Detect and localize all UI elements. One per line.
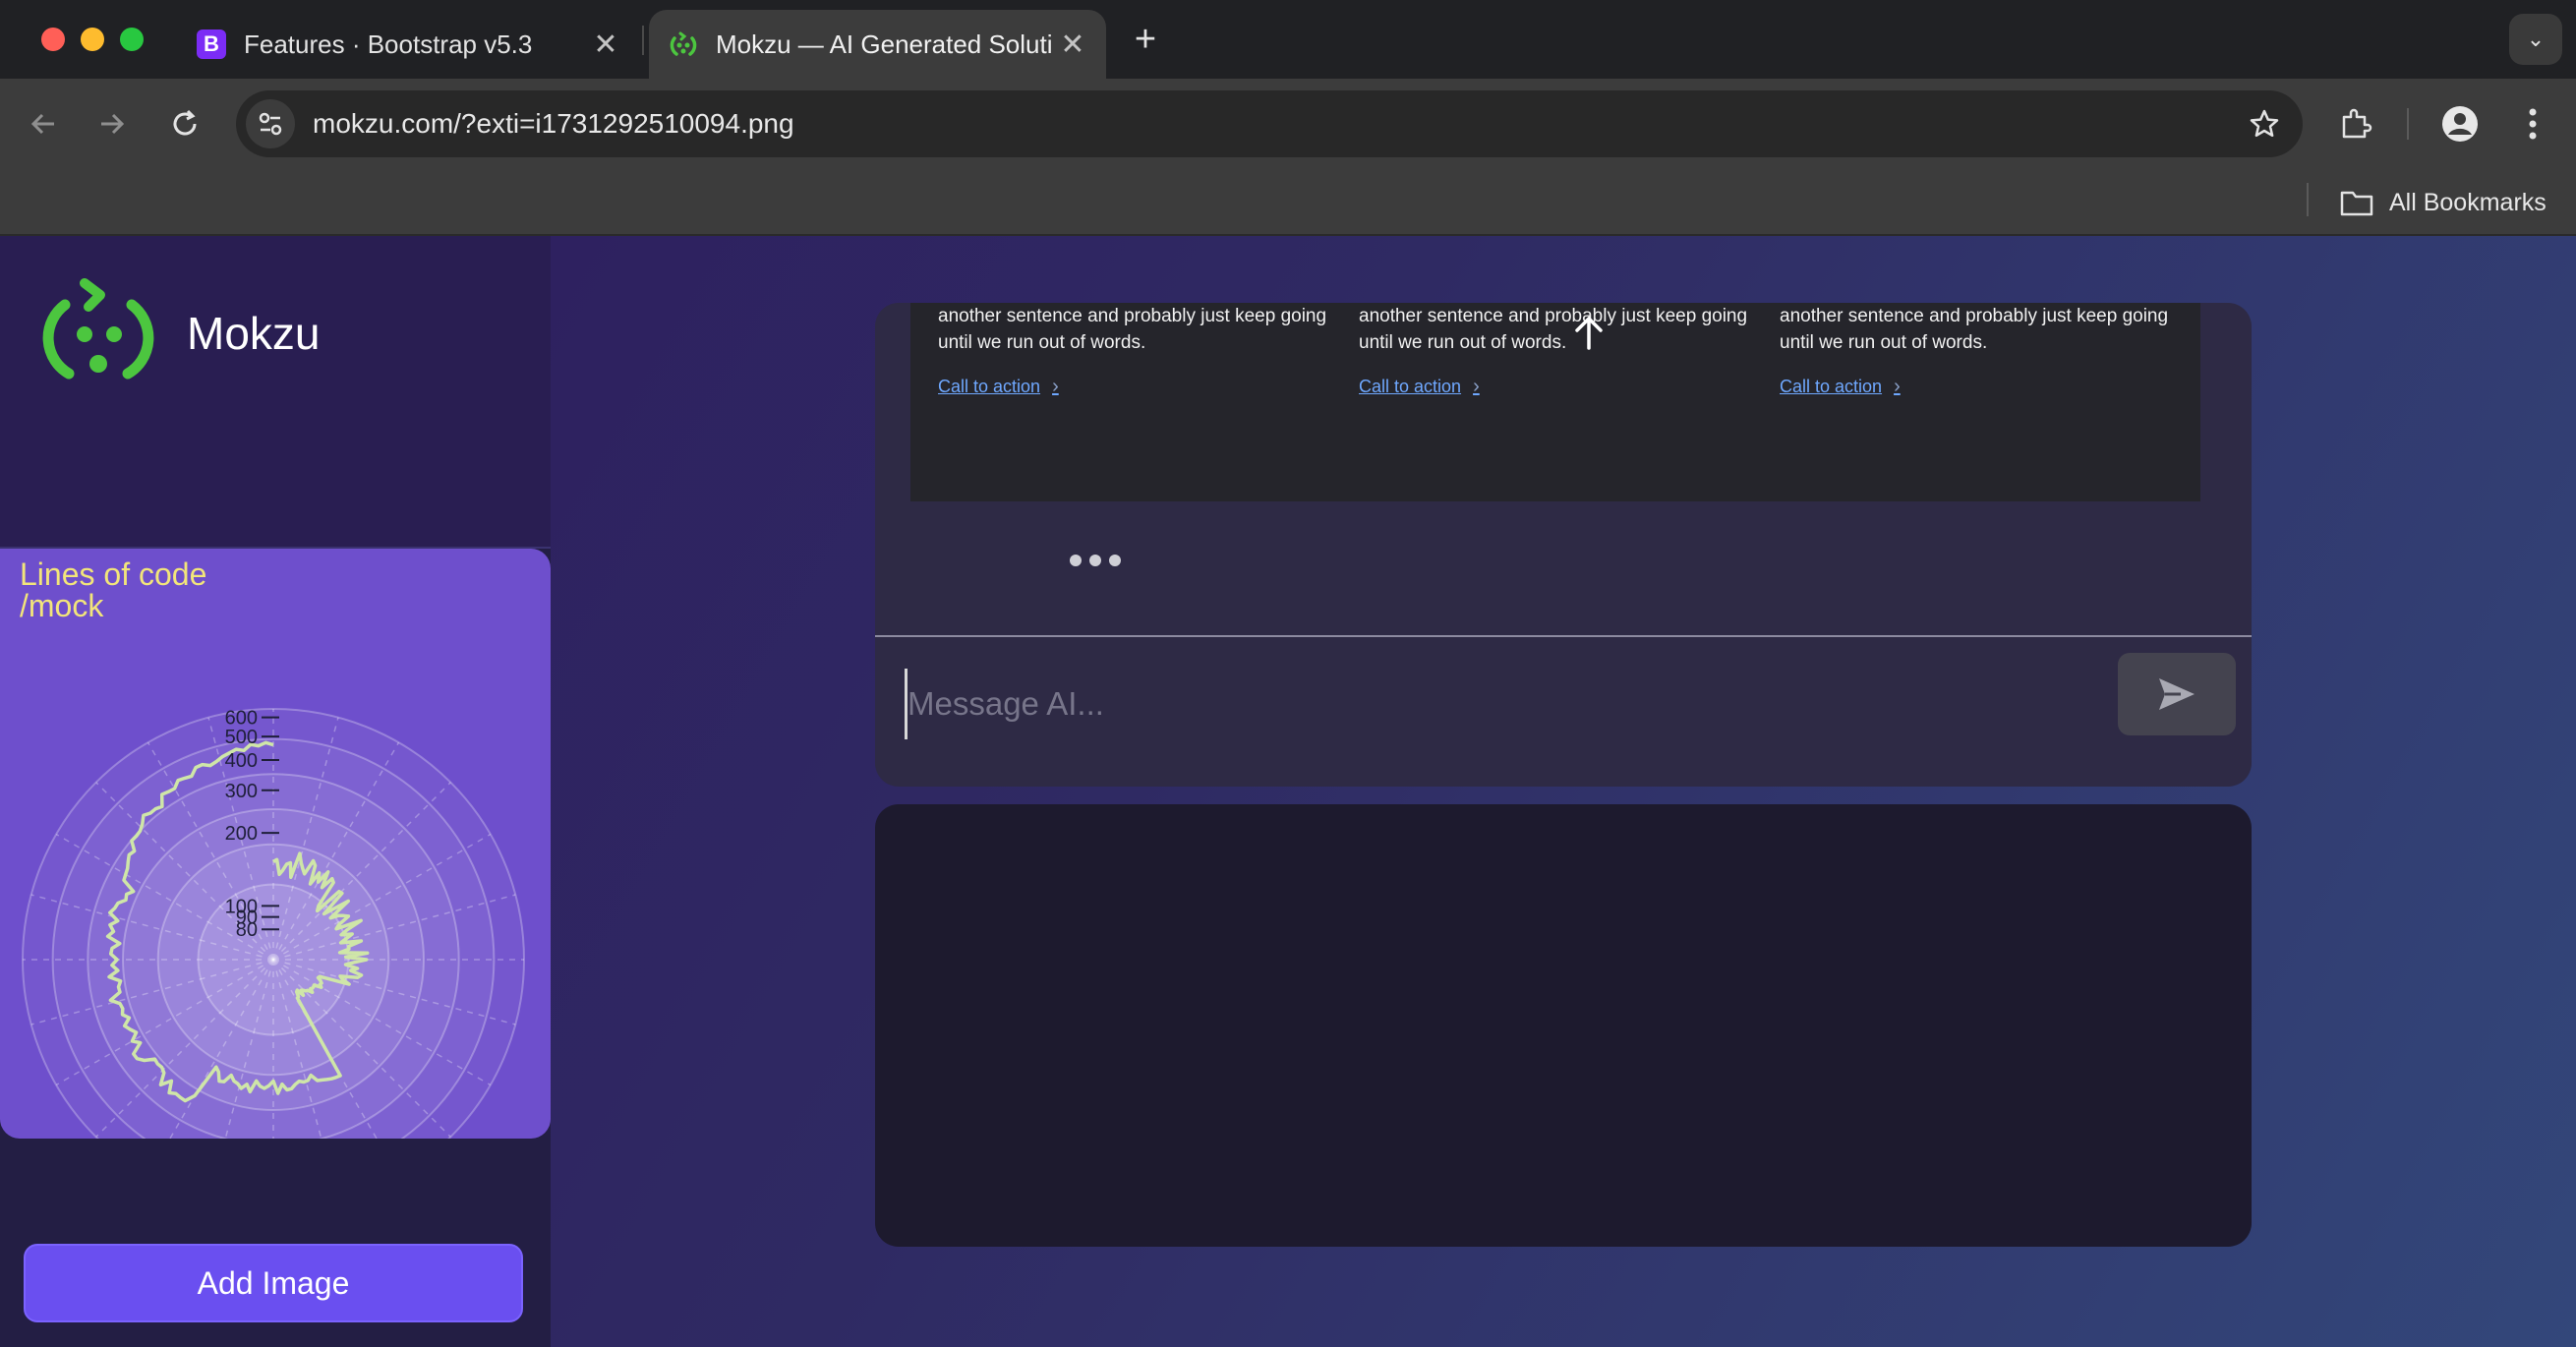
forward-arrow-icon (101, 113, 125, 135)
browser-toolbar: mokzu.com/?exti=i1731292510094.png (0, 79, 2576, 169)
feature-column: another sentence and probably just keep … (1780, 303, 2173, 400)
url-text: mokzu.com/?exti=i1731292510094.png (313, 108, 794, 139)
chart-title-line: /mock (20, 588, 104, 623)
folder-icon (2340, 191, 2373, 216)
feature-text: another sentence and probably just keep … (938, 306, 1327, 353)
typing-dot (1089, 555, 1101, 566)
feature-column: another sentence and probably just keep … (938, 303, 1331, 400)
sidebar-header: Mokzu (0, 236, 551, 549)
chat-panel: another sentence and probably just keep … (875, 303, 2252, 787)
radial-tick-label: 300 (225, 781, 258, 802)
chat-divider (875, 635, 2252, 637)
cta-label: Call to action (938, 377, 1041, 396)
typing-indicator (1070, 555, 1121, 566)
tab-search-button[interactable]: ⌄ (2509, 14, 2562, 65)
address-bar[interactable]: mokzu.com/?exti=i1731292510094.png (236, 90, 2303, 157)
tab-strip: B Features · Bootstrap v5.3 ✕ Mokzu — AI… (0, 0, 2576, 79)
bookmark-star-icon[interactable] (2240, 99, 2289, 148)
mokzu-icon (669, 29, 698, 59)
typing-dot (1109, 555, 1121, 566)
close-tab-icon[interactable]: ✕ (1053, 25, 1092, 64)
polar-chart: 8090100200300400500600 (22, 708, 525, 1139)
brand-name: Mokzu (187, 308, 321, 359)
all-bookmarks-button[interactable]: All Bookmarks (2340, 181, 2547, 224)
lines-of-code-chart: 80 90 100 200 300 400 500 600 Lines of code /mo… (0, 549, 551, 1139)
chart-title: Lines of code /mock (20, 558, 206, 621)
send-icon (2159, 678, 2195, 710)
add-image-button[interactable]: Add Image (24, 1244, 523, 1322)
back-button[interactable] (18, 98, 69, 149)
bootstrap-icon: B (197, 29, 226, 59)
tab-separator (642, 26, 644, 55)
chart-title-line: Lines of code (20, 556, 207, 592)
typing-dot (1070, 555, 1082, 566)
reload-icon (173, 109, 197, 136)
sidebar: Mokzu 80 90 100 200 300 400 500 600 Lines of co… (0, 236, 551, 1347)
feature-column: another sentence and probably just keep … (1359, 303, 1752, 400)
new-tab-button[interactable]: + (1124, 18, 1167, 61)
bookmarks-divider (2307, 183, 2309, 216)
tab-mokzu[interactable]: Mokzu — AI Generated Soluti ✕ (649, 10, 1106, 79)
output-panel (875, 804, 2252, 1247)
extensions-icon[interactable] (2330, 98, 2381, 149)
cta-label: Call to action (1359, 377, 1462, 396)
call-to-action-link[interactable]: Call to action › (938, 374, 1059, 400)
mokzu-app: Mokzu 80 90 100 200 300 400 500 600 Lines of co… (0, 236, 2576, 1347)
radial-tick-label: 200 (225, 823, 258, 845)
chevron-right-icon: › (1473, 376, 1480, 397)
radial-tick-label: 600 (225, 708, 258, 730)
tab-title: Mokzu — AI Generated Soluti (716, 29, 1053, 59)
forward-button[interactable] (87, 98, 138, 149)
close-tab-icon[interactable]: ✕ (586, 25, 625, 64)
scroll-up-arrow-icon[interactable] (1571, 315, 1607, 350)
more-menu-icon[interactable] (2507, 98, 2558, 149)
call-to-action-link[interactable]: Call to action › (1780, 374, 1901, 400)
feature-text: another sentence and probably just keep … (1780, 306, 2169, 353)
send-button[interactable] (2118, 653, 2236, 735)
radial-tick-label: 400 (225, 750, 258, 772)
feature-text: another sentence and probably just keep … (1359, 306, 1748, 353)
chevron-right-icon: › (1052, 376, 1059, 397)
message-input[interactable] (905, 669, 1986, 739)
cta-label: Call to action (1780, 377, 1883, 396)
tab-title: Features · Bootstrap v5.3 (244, 29, 533, 59)
tab-bootstrap[interactable]: B Features · Bootstrap v5.3 ✕ (177, 10, 639, 79)
generated-preview: another sentence and probably just keep … (910, 303, 2200, 501)
profile-avatar-icon[interactable] (2434, 98, 2486, 149)
close-window-button[interactable] (41, 28, 65, 51)
bookmarks-bar: All Bookmarks (0, 169, 2576, 236)
all-bookmarks-label: All Bookmarks (2389, 188, 2547, 216)
radial-tick-label: 500 (225, 727, 258, 748)
reload-button[interactable] (159, 98, 210, 149)
back-arrow-icon (30, 113, 54, 135)
site-info-icon[interactable] (246, 99, 295, 148)
call-to-action-link[interactable]: Call to action › (1359, 374, 1480, 400)
toolbar-divider (2407, 108, 2409, 140)
radial-tick-label: 100 (225, 896, 258, 917)
minimize-window-button[interactable] (81, 28, 104, 51)
mokzu-logo (42, 278, 154, 380)
zoom-window-button[interactable] (120, 28, 144, 51)
chevron-right-icon: › (1894, 376, 1901, 397)
